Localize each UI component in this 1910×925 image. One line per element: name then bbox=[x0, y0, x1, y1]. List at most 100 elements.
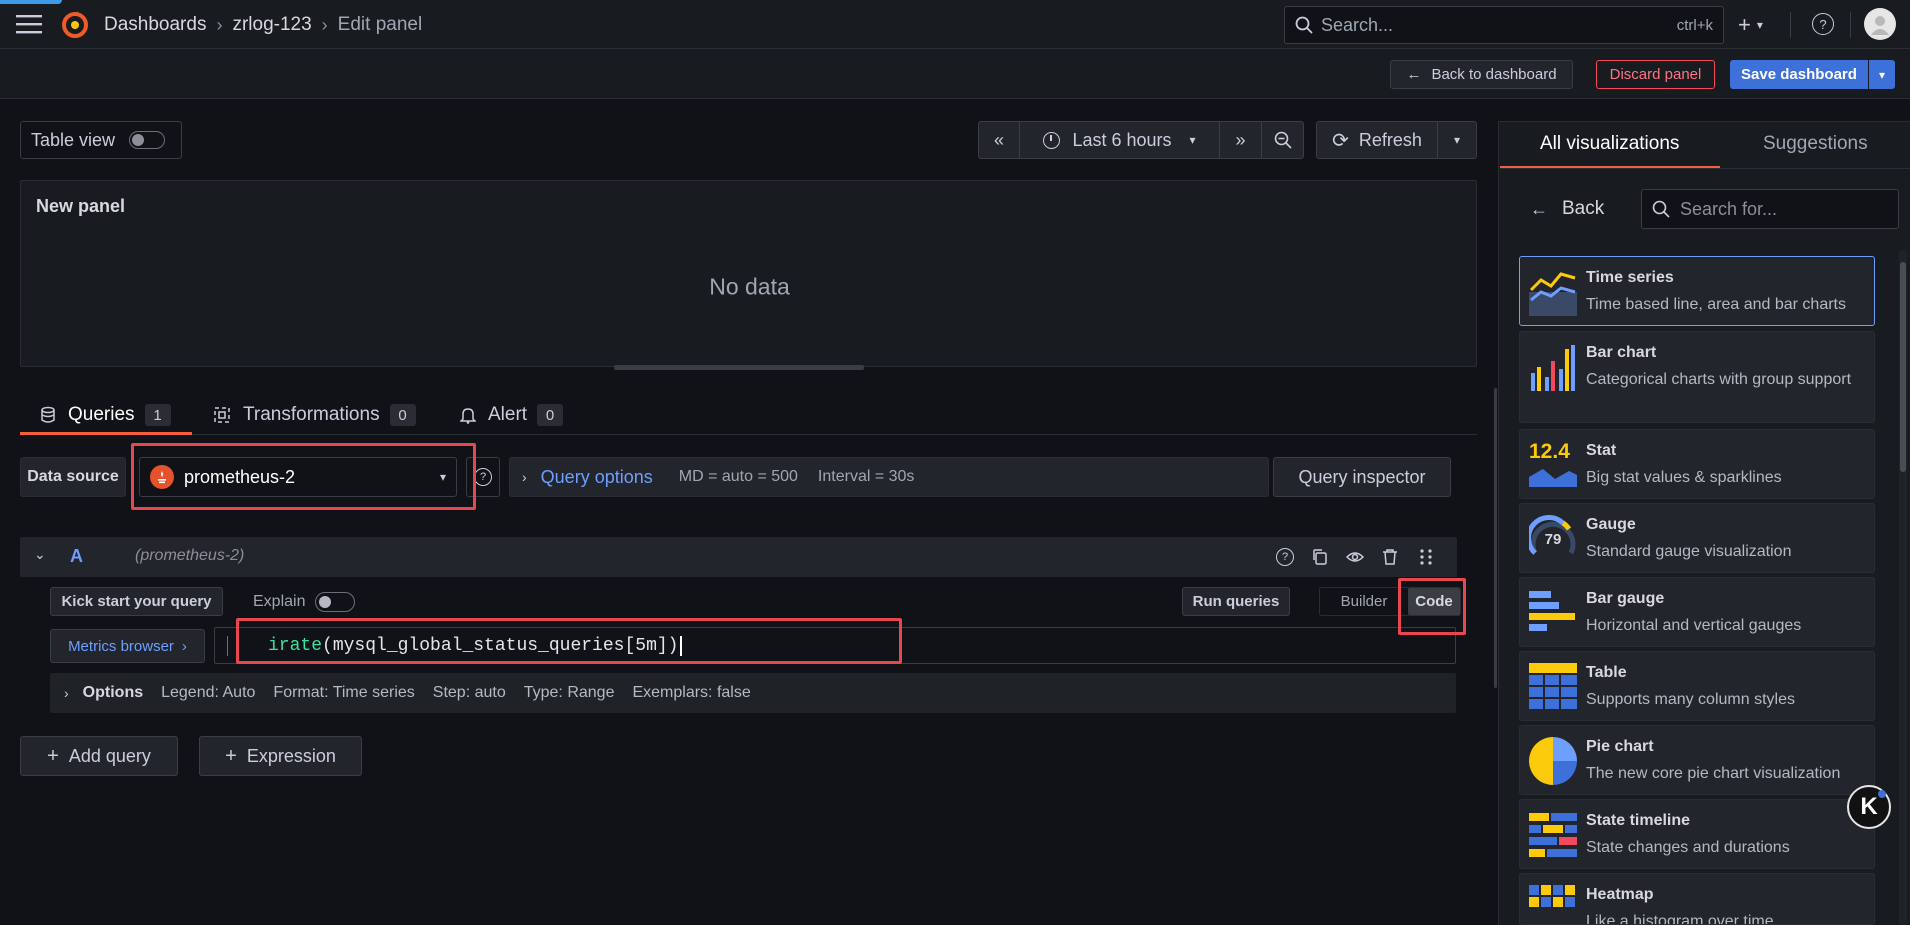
help-icon[interactable]: ? bbox=[1276, 548, 1294, 566]
search-shortcut: ctrl+k bbox=[1676, 16, 1713, 34]
viz-item-heatmap[interactable]: Heatmap Like a histogram over time bbox=[1519, 873, 1875, 925]
new-menu-button[interactable]: + ▾ bbox=[1738, 12, 1763, 38]
query-inspector-button[interactable]: Query inspector bbox=[1273, 457, 1451, 497]
panel-resize-handle[interactable] bbox=[614, 365, 864, 370]
viz-back-button[interactable]: ← Back bbox=[1530, 194, 1604, 224]
tab-all-visualizations[interactable]: All visualizations bbox=[1540, 131, 1679, 157]
bell-icon bbox=[460, 408, 476, 424]
arrow-left-icon: ← bbox=[1406, 66, 1422, 83]
clock-icon bbox=[1043, 131, 1061, 149]
toggle-switch[interactable] bbox=[129, 131, 166, 149]
viz-item-pie-chart[interactable]: Pie chart The new core pie chart visuali… bbox=[1519, 725, 1875, 795]
tab-queries[interactable]: Queries 1 bbox=[40, 400, 171, 430]
toggle-knob bbox=[319, 596, 332, 608]
query-expression-body: (mysql_global_status_queries[5m]) bbox=[322, 635, 679, 656]
chevron-down-icon: ▾ bbox=[1189, 133, 1196, 147]
metrics-browser-button[interactable]: Metrics browser › bbox=[50, 629, 205, 663]
panel-title: New panel bbox=[36, 196, 126, 216]
notification-dot bbox=[1878, 790, 1886, 798]
viz-item-gauge[interactable]: 79 Gauge Standard gauge visualization bbox=[1519, 503, 1875, 573]
query-code-editor[interactable]: irate (mysql_global_status_queries[5m]) bbox=[214, 627, 1456, 664]
save-options-button[interactable]: ▾ bbox=[1869, 60, 1895, 89]
query-options-row[interactable]: › Options Legend: Auto Format: Time seri… bbox=[50, 673, 1456, 713]
datasource-picker[interactable]: prometheus-2 ▾ bbox=[139, 457, 457, 497]
trash-icon[interactable] bbox=[1381, 548, 1399, 566]
breadcrumb-current: Edit panel bbox=[337, 14, 423, 35]
search-icon bbox=[1652, 200, 1670, 218]
zoom-out-button[interactable] bbox=[1262, 121, 1304, 159]
toggle-switch[interactable] bbox=[315, 592, 356, 612]
viz-scrollbar-thumb[interactable] bbox=[1900, 262, 1906, 472]
breadcrumb-separator-icon: › bbox=[321, 14, 328, 35]
time-shift-back-button[interactable]: « bbox=[978, 121, 1020, 159]
datasource-help-button[interactable]: ? bbox=[466, 457, 500, 497]
viz-item-table[interactable]: Table Supports many column styles bbox=[1519, 651, 1875, 721]
text-cursor bbox=[680, 635, 682, 656]
query-options-bar[interactable]: › Query options MD = auto = 500 Interval… bbox=[509, 457, 1269, 497]
add-query-button[interactable]: + Add query bbox=[20, 736, 178, 776]
table-view-toggle[interactable]: Table view bbox=[20, 121, 182, 159]
chevrons-right-icon: » bbox=[1235, 129, 1246, 150]
kickstart-query-button[interactable]: Kick start your query bbox=[50, 587, 223, 616]
drag-handle-icon[interactable] bbox=[1419, 548, 1433, 566]
copy-icon[interactable] bbox=[1311, 548, 1329, 566]
option-step: Step: auto bbox=[432, 684, 506, 701]
menu-icon[interactable] bbox=[14, 12, 44, 36]
viz-item-bar-gauge[interactable]: Bar gauge Horizontal and vertical gauges bbox=[1519, 577, 1875, 647]
builder-mode-button[interactable]: Builder bbox=[1320, 593, 1408, 610]
edit-panel-toolbar: ← Back to dashboard Discard panel Save d… bbox=[0, 49, 1910, 99]
breadcrumb-separator-icon: › bbox=[216, 14, 223, 35]
panel-preview: New panel No data bbox=[20, 180, 1477, 367]
search-input[interactable]: Search... ctrl+k bbox=[1284, 6, 1724, 44]
md-info: MD = auto = 500 bbox=[678, 468, 798, 485]
query-row-actions: ? bbox=[1276, 546, 1433, 568]
eye-icon[interactable] bbox=[1346, 548, 1364, 566]
toggle-knob bbox=[132, 134, 145, 146]
query-datasource-name: (prometheus-2) bbox=[135, 547, 245, 564]
tab-suggestions[interactable]: Suggestions bbox=[1763, 131, 1868, 157]
discard-panel-button[interactable]: Discard panel bbox=[1596, 60, 1715, 89]
code-mode-button[interactable]: Code bbox=[1408, 588, 1460, 615]
chevron-down-icon: ▾ bbox=[439, 470, 446, 484]
splitter-handle[interactable] bbox=[1494, 388, 1497, 688]
option-exemplars: Exemplars: false bbox=[632, 684, 751, 701]
option-format: Format: Time series bbox=[273, 684, 415, 701]
tab-transformations[interactable]: Transformations 0 bbox=[213, 400, 416, 430]
help-icon[interactable]: ? bbox=[1812, 13, 1834, 35]
heatmap-icon bbox=[1529, 885, 1575, 907]
query-expression-function: irate bbox=[268, 635, 323, 656]
breadcrumb-dashboards[interactable]: Dashboards bbox=[104, 14, 206, 36]
viz-item-bar-chart[interactable]: Bar chart Categorical charts with group … bbox=[1519, 331, 1875, 423]
viz-scrollbar[interactable] bbox=[1899, 250, 1907, 925]
tab-alert[interactable]: Alert 0 bbox=[460, 400, 564, 430]
run-queries-button[interactable]: Run queries bbox=[1182, 587, 1290, 616]
help-icon: ? bbox=[474, 468, 492, 486]
alert-count-badge: 0 bbox=[537, 404, 564, 426]
floating-k-badge[interactable]: K bbox=[1847, 785, 1891, 829]
refresh-interval-button[interactable]: ▾ bbox=[1438, 121, 1477, 159]
viz-item-state-timeline[interactable]: State timeline State changes and duratio… bbox=[1519, 799, 1875, 869]
time-range-picker[interactable]: Last 6 hours ▾ bbox=[1020, 121, 1220, 159]
viz-item-time-series[interactable]: Time series Time based line, area and ba… bbox=[1519, 256, 1875, 326]
refresh-button[interactable]: ⟳ Refresh bbox=[1316, 121, 1438, 159]
interval-info: Interval = 30s bbox=[817, 468, 915, 485]
avatar[interactable] bbox=[1864, 8, 1896, 40]
save-dashboard-button[interactable]: Save dashboard bbox=[1730, 60, 1868, 89]
bar-chart-icon bbox=[1531, 345, 1575, 391]
explain-toggle[interactable]: Explain bbox=[253, 589, 356, 615]
arrow-left-icon: ← bbox=[1530, 198, 1548, 219]
viz-item-stat[interactable]: 12.4 Stat Big stat values & sparklines bbox=[1519, 429, 1875, 499]
viz-search-input[interactable]: Search for... bbox=[1641, 189, 1899, 229]
collapse-chevron-icon[interactable]: ⌄ bbox=[34, 546, 46, 563]
breadcrumb-dashboard-name[interactable]: zrlog-123 bbox=[232, 14, 311, 36]
grafana-logo-icon[interactable] bbox=[60, 10, 90, 40]
query-ref-id[interactable]: A bbox=[70, 546, 83, 567]
plus-icon: + bbox=[1738, 12, 1751, 37]
time-shift-forward-button[interactable]: » bbox=[1220, 121, 1262, 159]
chevron-down-icon: ▾ bbox=[1878, 67, 1886, 82]
search-icon bbox=[1295, 16, 1313, 34]
add-expression-button[interactable]: + Expression bbox=[199, 736, 362, 776]
zoom-out-icon bbox=[1274, 131, 1292, 149]
chevron-down-icon: ▾ bbox=[1453, 133, 1461, 147]
back-to-dashboard-button[interactable]: ← Back to dashboard bbox=[1390, 60, 1573, 89]
